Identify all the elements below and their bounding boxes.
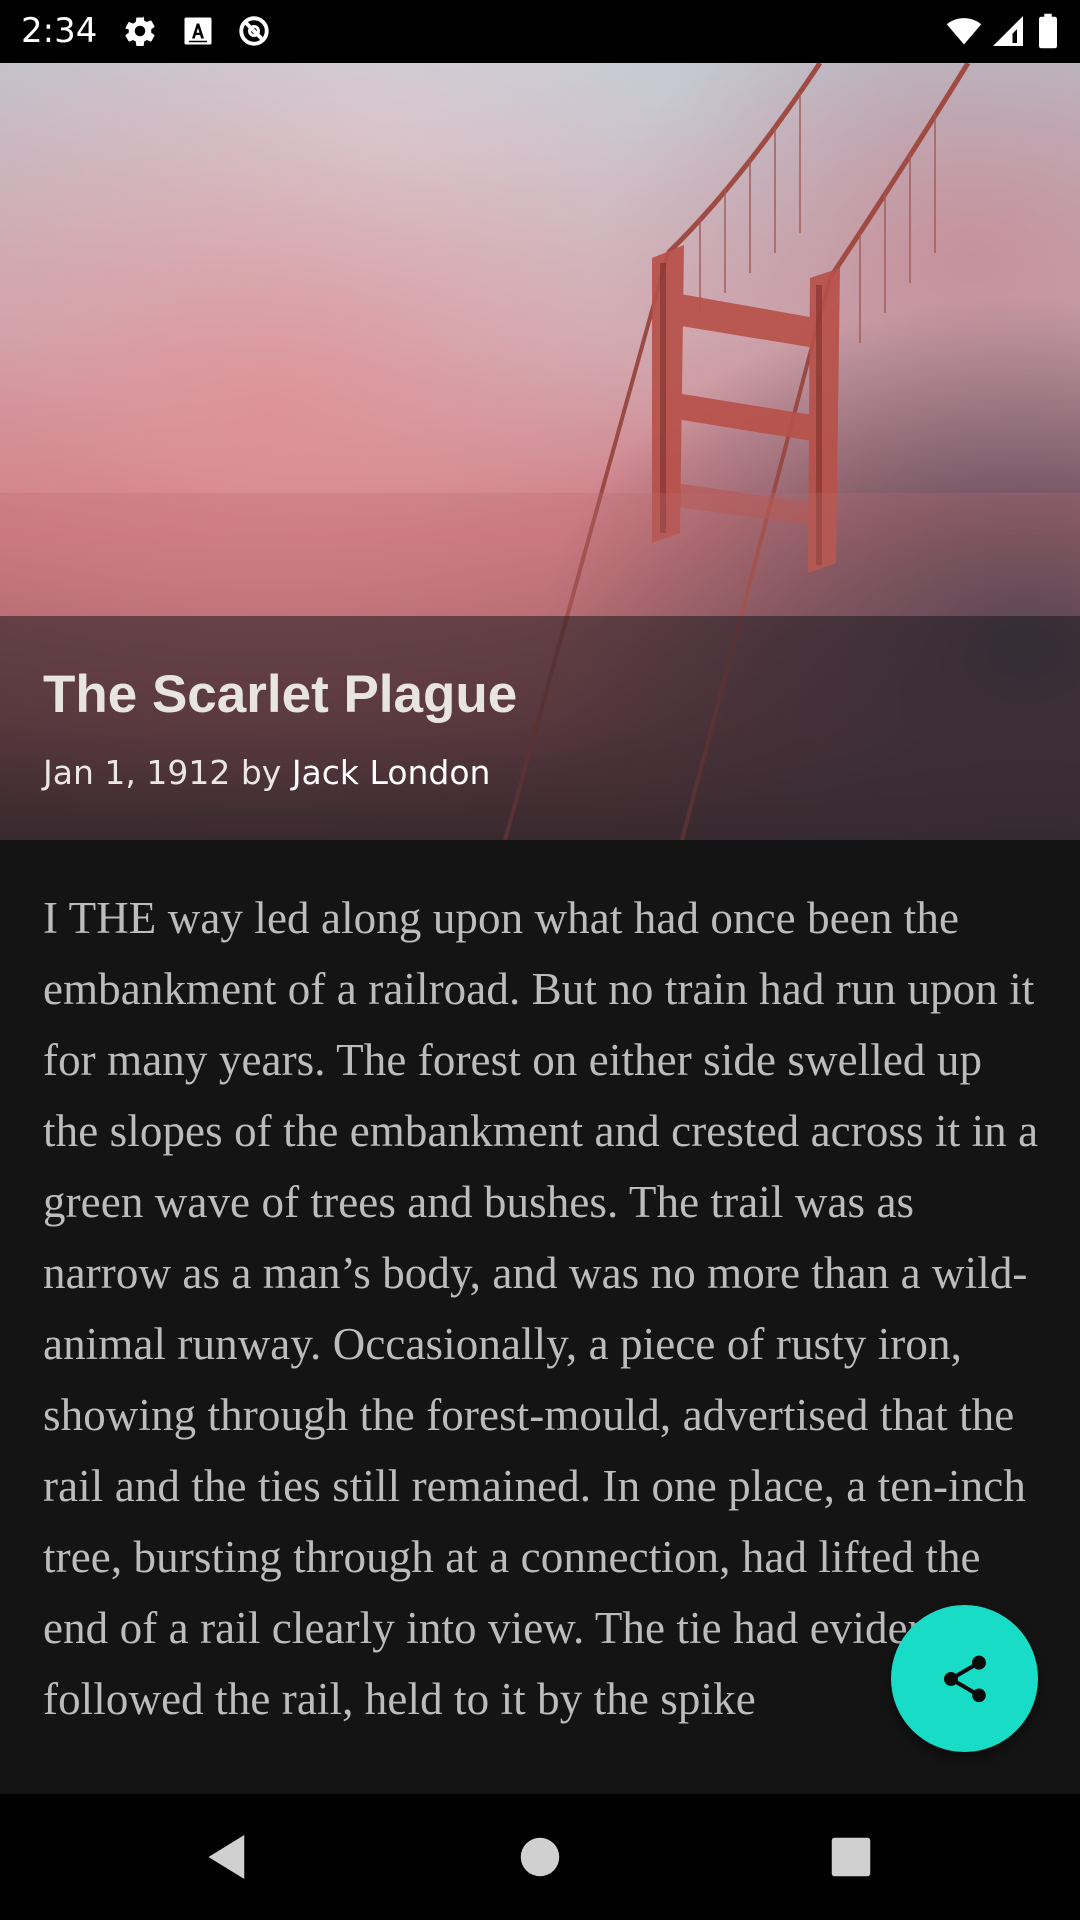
gear-icon	[122, 13, 158, 49]
status-bar: 2:34	[0, 0, 1080, 63]
navigation-bar	[0, 1794, 1080, 1920]
data-saver-icon	[236, 13, 272, 49]
wifi-icon	[944, 13, 984, 49]
recents-icon[interactable]	[818, 1824, 884, 1890]
battery-icon	[1036, 13, 1060, 49]
back-icon[interactable]	[192, 1824, 258, 1890]
article-title: The Scarlet Plague	[43, 665, 518, 724]
cell-signal-icon	[990, 13, 1026, 49]
title-scrim	[0, 616, 1080, 840]
author-link[interactable]: Jack London	[292, 753, 491, 792]
article-date: Jan 1, 1912	[43, 753, 231, 792]
app-screen: 2:34 The Scarlet Plague Jan 1, 1912 by J…	[0, 0, 1080, 1920]
byline-by: by	[240, 753, 282, 792]
text-a-icon	[180, 13, 216, 49]
share-icon	[944, 1655, 986, 1703]
article-byline: Jan 1, 1912 by Jack London	[43, 751, 490, 795]
share-fab-button[interactable]	[891, 1605, 1038, 1752]
hero-header: The Scarlet Plague Jan 1, 1912 by Jack L…	[0, 63, 1080, 840]
home-icon[interactable]	[507, 1824, 573, 1890]
status-time: 2:34	[21, 11, 98, 51]
